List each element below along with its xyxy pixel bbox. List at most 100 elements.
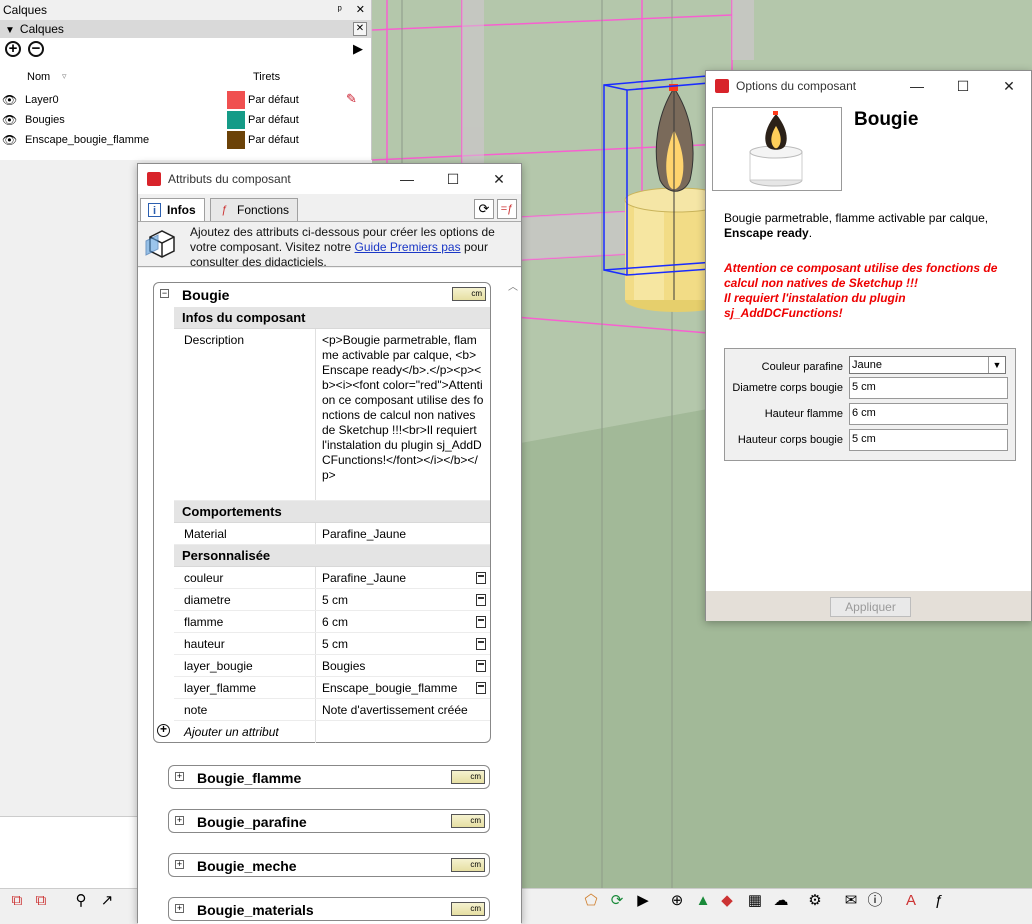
- expand-toggle-icon[interactable]: +: [175, 860, 184, 869]
- attributes-titlebar[interactable]: Attributs du composant — ☐ ✕: [138, 164, 521, 194]
- dynamic-interact-icon[interactable]: ⬠: [580, 892, 602, 910]
- attribute-row[interactable]: note Note d'avertissement créée: [174, 699, 490, 721]
- attribute-key[interactable]: flamme: [184, 615, 223, 629]
- attribute-row[interactable]: diametre 5 cm: [174, 589, 490, 611]
- layer-name[interactable]: Layer0: [25, 94, 59, 106]
- attribute-options-icon[interactable]: [476, 616, 486, 628]
- layer-name[interactable]: Bougies: [25, 114, 65, 126]
- info-icon[interactable]: ⓘ: [864, 892, 886, 910]
- layer-dashes[interactable]: Par défaut: [248, 114, 299, 126]
- attribute-row[interactable]: hauteur 5 cm: [174, 633, 490, 655]
- cloud-icon[interactable]: ☁: [770, 892, 792, 910]
- apply-button[interactable]: Appliquer: [830, 597, 911, 617]
- attribute-options-icon[interactable]: [476, 594, 486, 606]
- layers-section-header[interactable]: ▼ Calques ✕: [0, 20, 371, 38]
- layer-dashes[interactable]: Par défaut: [248, 134, 299, 146]
- layer-dashes[interactable]: Par défaut: [248, 94, 299, 106]
- add-attribute-row[interactable]: + Ajouter un attribut: [157, 721, 490, 743]
- layer-color-swatch[interactable]: [227, 91, 245, 109]
- layer-color-swatch[interactable]: [227, 111, 245, 129]
- attribute-row[interactable]: layer_flamme Enscape_bougie_flamme: [174, 677, 490, 699]
- attribute-value[interactable]: Enscape_bougie_flamme: [322, 681, 472, 695]
- options-titlebar[interactable]: Options du composant — ☐ ✕: [706, 71, 1031, 101]
- tab-fonctions[interactable]: ƒ Fonctions: [210, 198, 299, 221]
- subcomponent-box[interactable]: + Bougie_materials cm: [168, 897, 490, 921]
- section-close-icon[interactable]: ✕: [353, 22, 367, 36]
- attribute-key[interactable]: layer_bougie: [184, 659, 253, 673]
- unit-badge[interactable]: cm: [451, 770, 485, 784]
- attribute-row[interactable]: flamme 6 cm: [174, 611, 490, 633]
- refresh-button[interactable]: ⟳: [474, 199, 494, 219]
- orbit-refresh-icon[interactable]: ⟳: [606, 892, 628, 910]
- close-button[interactable]: ✕: [987, 71, 1031, 101]
- hauteur-flamme-input[interactable]: 6 cm: [849, 403, 1008, 425]
- maximize-button[interactable]: ☐: [941, 71, 985, 101]
- layer-row[interactable]: 👁 Layer0 Par défaut ✎: [0, 90, 372, 110]
- visibility-eye-icon[interactable]: 👁: [2, 133, 17, 147]
- subcomponent-box[interactable]: + Bougie_meche cm: [168, 853, 490, 877]
- function-icon[interactable]: ƒ: [928, 892, 950, 910]
- layer-details-icon[interactable]: ▶: [353, 41, 363, 57]
- unit-badge[interactable]: cm: [452, 287, 486, 301]
- attribute-key[interactable]: diametre: [184, 593, 231, 607]
- attribute-value[interactable]: 5 cm: [322, 593, 472, 607]
- attribute-value[interactable]: 5 cm: [322, 637, 472, 651]
- attributes-scroll-area[interactable]: − Bougie cm Infos du composant Descripti…: [138, 268, 521, 924]
- attribute-value[interactable]: Bougies: [322, 659, 472, 673]
- expand-toggle-icon[interactable]: +: [175, 772, 184, 781]
- tab-infos[interactable]: i Infos: [140, 198, 205, 222]
- add-layer-button[interactable]: +: [5, 41, 21, 57]
- column-name-header[interactable]: Nom: [27, 71, 50, 83]
- chevron-down-icon[interactable]: ▼: [988, 357, 1005, 373]
- unit-badge[interactable]: cm: [451, 858, 485, 872]
- attribute-options-icon[interactable]: [476, 682, 486, 694]
- toggle-formula-view-button[interactable]: =ƒ: [497, 199, 517, 219]
- section-plane-icon[interactable]: ⧉: [6, 892, 28, 910]
- diametre-input[interactable]: 5 cm: [849, 377, 1008, 399]
- scene-camera-icon[interactable]: ▶: [632, 892, 654, 910]
- getting-started-link[interactable]: Guide Premiers pas: [355, 240, 461, 254]
- add-attribute-icon[interactable]: +: [157, 723, 170, 737]
- subcomponent-box[interactable]: + Bougie_flamme cm: [168, 765, 490, 789]
- attribute-options-icon[interactable]: [476, 638, 486, 650]
- walk-icon[interactable]: ⚲: [70, 892, 92, 910]
- attribute-key[interactable]: couleur: [184, 571, 223, 585]
- collapse-toggle-icon[interactable]: −: [160, 289, 169, 298]
- add-attribute-label[interactable]: Ajouter un attribut: [184, 725, 279, 739]
- description-value[interactable]: <p>Bougie parmetrable, flamme activable …: [322, 333, 484, 483]
- add-text-icon[interactable]: A: [900, 892, 922, 910]
- remove-layer-button[interactable]: −: [28, 41, 44, 57]
- collapse-arrow-icon[interactable]: ▼: [5, 25, 15, 36]
- column-dashes-header[interactable]: Tirets: [253, 71, 280, 83]
- attribute-options-icon[interactable]: [476, 660, 486, 672]
- add-location-icon[interactable]: ⊕: [666, 892, 688, 910]
- terrain-icon[interactable]: ▲: [692, 892, 714, 910]
- section-display-icon[interactable]: ⧉: [30, 892, 52, 910]
- unit-badge[interactable]: cm: [451, 902, 485, 916]
- panel-close-icon[interactable]: ✕: [356, 4, 365, 16]
- vertical-scrollbar[interactable]: ︿: [506, 268, 521, 924]
- layer-row[interactable]: 👁 Bougies Par défaut: [0, 110, 372, 130]
- maximize-button[interactable]: ☐: [431, 164, 475, 194]
- attribute-row[interactable]: couleur Parafine_Jaune: [174, 567, 490, 589]
- sort-icon[interactable]: ▿: [62, 71, 67, 82]
- pin-icon[interactable]: ᵖ: [338, 4, 342, 16]
- couleur-parafine-select[interactable]: Jaune ▼: [849, 356, 1006, 374]
- gear-icon[interactable]: ⚙: [804, 892, 826, 910]
- attribute-value[interactable]: Note d'avertissement créée: [322, 703, 472, 717]
- attribute-value[interactable]: Parafine_Jaune: [322, 527, 472, 541]
- mail-icon[interactable]: ✉: [840, 892, 862, 910]
- layer-color-swatch[interactable]: [227, 131, 245, 149]
- minimize-button[interactable]: —: [385, 164, 429, 194]
- minimize-button[interactable]: —: [895, 71, 939, 101]
- description-row[interactable]: Description <p>Bougie parmetrable, flamm…: [174, 329, 490, 501]
- attribute-key[interactable]: hauteur: [184, 637, 225, 651]
- photo-texture-icon[interactable]: ◆: [716, 892, 738, 910]
- visibility-eye-icon[interactable]: 👁: [2, 113, 17, 127]
- attribute-key[interactable]: note: [184, 703, 207, 717]
- checker-icon[interactable]: ▦: [744, 892, 766, 910]
- unit-badge[interactable]: cm: [451, 814, 485, 828]
- subcomponent-box[interactable]: + Bougie_parafine cm: [168, 809, 490, 833]
- visibility-eye-icon[interactable]: 👁: [2, 93, 17, 107]
- layer-row[interactable]: 👁 Enscape_bougie_flamme Par défaut: [0, 130, 372, 150]
